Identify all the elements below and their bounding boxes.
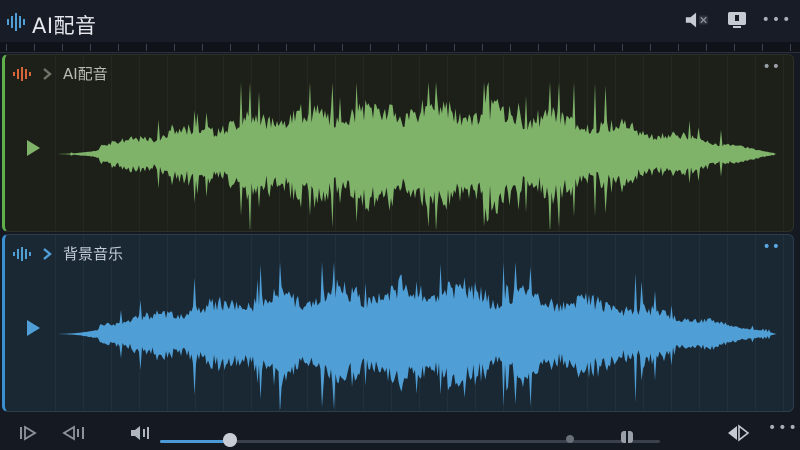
ruler-tick: [258, 44, 259, 51]
track-voice[interactable]: AI配音 ••: [2, 54, 794, 232]
ruler-tick: [342, 44, 343, 51]
waveform-shape: [55, 262, 790, 409]
ruler-tick: [426, 44, 427, 51]
ruler-tick: [734, 44, 735, 51]
waveform-icon: [7, 13, 25, 31]
track-music[interactable]: 背景音乐 ••: [2, 234, 794, 412]
skip-back-icon[interactable]: [62, 424, 88, 442]
ruler-tick: [762, 44, 763, 51]
ruler-tick: [202, 44, 203, 51]
waveform-shape: [55, 82, 790, 229]
ruler-tick: [482, 44, 483, 51]
ruler-tick: [706, 44, 707, 51]
waveform-icon: [13, 246, 31, 261]
more-icon: •••: [761, 12, 793, 28]
speaker-mute-icon: [685, 12, 709, 28]
ruler-tick: [650, 44, 651, 51]
ruler-tick: [566, 44, 567, 51]
chevron-right-icon[interactable]: [41, 247, 53, 261]
ruler-tick: [398, 44, 399, 51]
ruler-tick: [790, 44, 791, 51]
app-title: AI配音: [32, 14, 97, 38]
playback-slider-handle[interactable]: [223, 433, 237, 447]
volume-icon[interactable]: [130, 424, 154, 442]
waveform-music: [55, 262, 790, 409]
ruler-tick: [594, 44, 595, 51]
display-button[interactable]: [724, 8, 750, 32]
loop-marker-icon[interactable]: [618, 428, 636, 446]
ruler-tick: [538, 44, 539, 51]
ruler-tick: [370, 44, 371, 51]
fullscreen-icon[interactable]: [726, 424, 750, 442]
track-menu-button[interactable]: ••: [762, 59, 781, 75]
ruler-tick: [454, 44, 455, 51]
ruler-tick: [314, 44, 315, 51]
more-icon[interactable]: •••: [768, 420, 799, 436]
ruler-tick: [34, 44, 35, 51]
chevron-right-icon[interactable]: [41, 67, 53, 81]
playback-progress: [160, 440, 230, 443]
timeline-ruler[interactable]: [0, 42, 800, 53]
ruler-tick: [90, 44, 91, 51]
titlebar-more-button[interactable]: •••: [761, 8, 793, 32]
ruler-tick: [622, 44, 623, 51]
play-icon[interactable]: [25, 319, 41, 337]
skip-start-icon[interactable]: [18, 424, 38, 442]
marker-handle[interactable]: [565, 433, 575, 445]
mute-button[interactable]: [684, 8, 710, 32]
ruler-tick: [174, 44, 175, 51]
waveform-voice: [55, 82, 790, 229]
track-menu-button[interactable]: ••: [762, 239, 781, 255]
display-icon: [728, 12, 746, 28]
ruler-tick: [230, 44, 231, 51]
ruler-tick: [118, 44, 119, 51]
transport-bar: •••: [0, 414, 800, 450]
ruler-tick: [510, 44, 511, 51]
title-bar: AI配音 •••: [0, 0, 800, 44]
ruler-tick: [678, 44, 679, 51]
ruler-tick: [146, 44, 147, 51]
ruler-tick: [62, 44, 63, 51]
waveform-icon: [13, 66, 31, 81]
ruler-tick: [6, 44, 7, 51]
play-icon[interactable]: [25, 139, 41, 157]
ruler-tick: [286, 44, 287, 51]
